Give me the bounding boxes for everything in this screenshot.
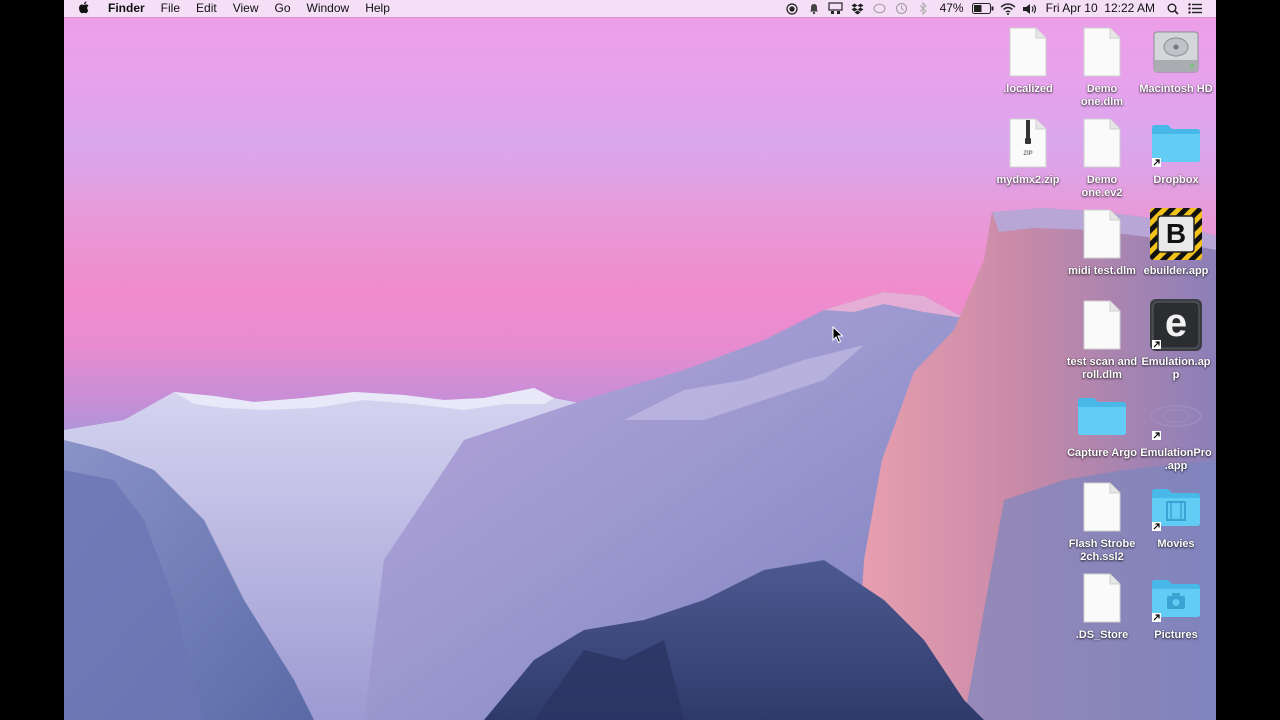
desktop-item-label: .localized — [1003, 83, 1053, 95]
folder-alias-icon — [1146, 113, 1206, 173]
desktop-item-demo-one-ev2[interactable]: Demo one.ev2 — [1065, 113, 1139, 200]
desktop-item-label: test scan and roll.dlm — [1066, 356, 1138, 381]
menu-window[interactable]: Window — [299, 0, 358, 17]
messages-icon[interactable] — [871, 0, 889, 17]
battery-percentage[interactable]: 47% — [935, 0, 969, 17]
menu-help[interactable]: Help — [357, 0, 398, 17]
record-icon[interactable] — [783, 0, 801, 17]
desktop-item-label: ebuilder.app — [1143, 265, 1209, 277]
document-icon — [1072, 204, 1132, 264]
desktop-item-test-scan-and-roll-dlm[interactable]: test scan and roll.dlm — [1065, 295, 1139, 382]
desktop[interactable]: Finder File Edit View Go Window Help 47%… — [64, 0, 1216, 720]
spotlight-search-icon[interactable] — [1164, 0, 1182, 17]
desktop-item-label: mydmx2.zip — [996, 174, 1060, 186]
volume-icon[interactable] — [1021, 0, 1039, 17]
menu-clock[interactable]: Fri Apr 10 12:22 AM — [1041, 0, 1160, 17]
time-machine-icon[interactable] — [893, 0, 911, 17]
apple-menu-icon[interactable] — [64, 1, 104, 17]
alias-arrow-icon — [1152, 340, 1161, 349]
document-icon — [1072, 477, 1132, 537]
desktop-item-dropbox[interactable]: Dropbox — [1139, 113, 1213, 187]
desktop-item-localized[interactable]: .localized — [991, 22, 1065, 96]
movies-folder-icon — [1146, 477, 1206, 537]
alias-arrow-icon — [1152, 431, 1161, 440]
desktop-item-label: Capture Argo — [1067, 447, 1137, 459]
desktop-item-midi-test-dlm[interactable]: midi test.dlm — [1065, 204, 1139, 278]
menu-edit[interactable]: Edit — [188, 0, 225, 17]
document-icon — [1072, 113, 1132, 173]
document-icon — [1072, 22, 1132, 82]
desktop-item-label: Emulation.app — [1141, 356, 1211, 381]
emulation-app-icon: e — [1146, 295, 1206, 355]
network-device-icon[interactable] — [827, 0, 845, 17]
desktop-item-mydmx2-zip[interactable]: ZIP mydmx2.zip — [991, 113, 1065, 187]
menu-view[interactable]: View — [225, 0, 267, 17]
desktop-item-macintosh-hd[interactable]: Macintosh HD — [1139, 22, 1213, 96]
desktop-item-label: .DS_Store — [1075, 629, 1129, 641]
desktop-item-emulation-app[interactable]: e Emulation.app — [1139, 295, 1213, 382]
menu-file[interactable]: File — [153, 0, 188, 17]
hard-drive-icon — [1146, 22, 1206, 82]
desktop-item-label: EmulationPro.app — [1140, 447, 1212, 472]
notification-bell-icon[interactable] — [805, 0, 823, 17]
document-icon — [1072, 568, 1132, 628]
desktop-item-label: Flash Strobe 2ch.ssl2 — [1068, 538, 1136, 563]
battery-icon[interactable] — [971, 0, 995, 17]
wallpaper-yosemite — [64, 208, 1216, 720]
alias-arrow-icon — [1152, 613, 1161, 622]
notification-center-icon[interactable] — [1186, 0, 1204, 17]
desktop-item-flash-strobe-2ch-ssl2[interactable]: Flash Strobe 2ch.ssl2 — [1065, 477, 1139, 564]
desktop-item-pictures[interactable]: Pictures — [1139, 568, 1213, 642]
document-icon — [998, 22, 1058, 82]
desktop-item-emulationpro-app[interactable]: EmulationPro.app — [1139, 386, 1213, 473]
ebuilder-app-icon: B — [1146, 204, 1206, 264]
menu-go[interactable]: Go — [267, 0, 299, 17]
desktop-item-label: midi test.dlm — [1068, 265, 1136, 277]
desktop-item-capture-argo[interactable]: Capture Argo — [1065, 386, 1139, 460]
folder-icon — [1072, 386, 1132, 446]
menu-bar: Finder File Edit View Go Window Help 47%… — [64, 0, 1216, 17]
bluetooth-icon[interactable] — [915, 0, 933, 17]
desktop-item-label: Macintosh HD — [1139, 83, 1213, 95]
desktop-item-ebuilder-app[interactable]: B ebuilder.app — [1139, 204, 1213, 278]
desktop-item-label: Dropbox — [1153, 174, 1199, 186]
wifi-icon[interactable] — [999, 0, 1017, 17]
document-icon — [1072, 295, 1132, 355]
zip-archive-icon: ZIP — [998, 113, 1058, 173]
alias-arrow-icon — [1152, 522, 1161, 531]
desktop-item-label: Demo one.ev2 — [1081, 174, 1123, 199]
pictures-folder-icon — [1146, 568, 1206, 628]
emulationpro-app-icon — [1146, 386, 1206, 446]
desktop-item-label: Pictures — [1154, 629, 1198, 641]
ebuilder-glyph: B — [1165, 218, 1187, 249]
desktop-item-label: Movies — [1157, 538, 1195, 550]
zip-badge-text: ZIP — [1023, 151, 1033, 157]
desktop-item-demo-one-dlm[interactable]: Demo one.dlm — [1065, 22, 1139, 109]
dropbox-icon[interactable] — [849, 0, 867, 17]
desktop-item-ds-store[interactable]: .DS_Store — [1065, 568, 1139, 642]
desktop-item-label: Demo one.dlm — [1080, 83, 1124, 108]
mouse-pointer-icon — [832, 326, 844, 344]
alias-arrow-icon — [1152, 158, 1161, 167]
desktop-item-movies[interactable]: Movies — [1139, 477, 1213, 551]
app-menu-finder[interactable]: Finder — [104, 0, 153, 17]
